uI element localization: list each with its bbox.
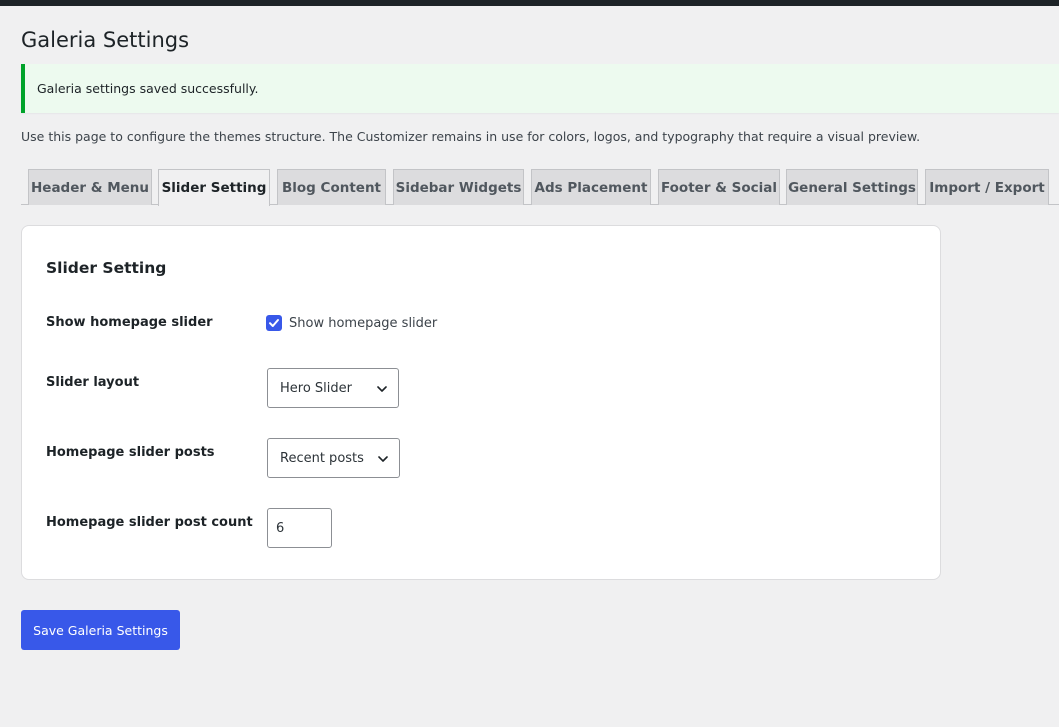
tab-general-settings[interactable]: General Settings [786,169,918,205]
post-count-input[interactable]: 6 [267,508,332,548]
tab-blog-content[interactable]: Blog Content [277,169,386,205]
show-slider-label: Show homepage slider [46,315,213,330]
slider-layout-value: Hero Slider [280,380,352,396]
chevron-down-icon [377,386,387,392]
section-title: Slider Setting [46,259,167,277]
chevron-down-icon [378,456,388,462]
success-notice: Galeria settings saved successfully. [21,64,1059,113]
slider-posts-value: Recent posts [280,450,364,466]
post-count-label: Homepage slider post count [46,515,253,530]
tab-import-export[interactable]: Import / Export [925,169,1049,205]
slider-layout-label: Slider layout [46,375,140,390]
page-title: Galeria Settings [21,28,190,52]
save-settings-button[interactable]: Save Galeria Settings [21,610,180,650]
tab-header-menu[interactable]: Header & Menu [28,169,152,205]
slider-posts-select[interactable]: Recent posts [267,438,400,478]
slider-posts-label: Homepage slider posts [46,445,215,460]
show-slider-checkbox-label[interactable]: Show homepage slider [289,316,437,331]
tab-footer-social[interactable]: Footer & Social [658,169,780,205]
settings-tabs: Header & Menu Slider Setting Blog Conten… [21,169,1059,206]
admin-top-bar [0,0,1059,6]
slider-layout-select[interactable]: Hero Slider [267,368,399,408]
show-slider-checkbox[interactable] [266,315,282,331]
tab-slider-setting[interactable]: Slider Setting [158,169,270,206]
notice-text: Galeria settings saved successfully. [37,81,259,96]
slider-settings-card: Slider Setting Show homepage slider Show… [21,225,941,580]
tab-ads-placement[interactable]: Ads Placement [531,169,651,205]
intro-text: Use this page to configure the themes st… [21,129,921,144]
checkmark-icon [269,319,279,327]
tab-sidebar-widgets[interactable]: Sidebar Widgets [393,169,524,205]
